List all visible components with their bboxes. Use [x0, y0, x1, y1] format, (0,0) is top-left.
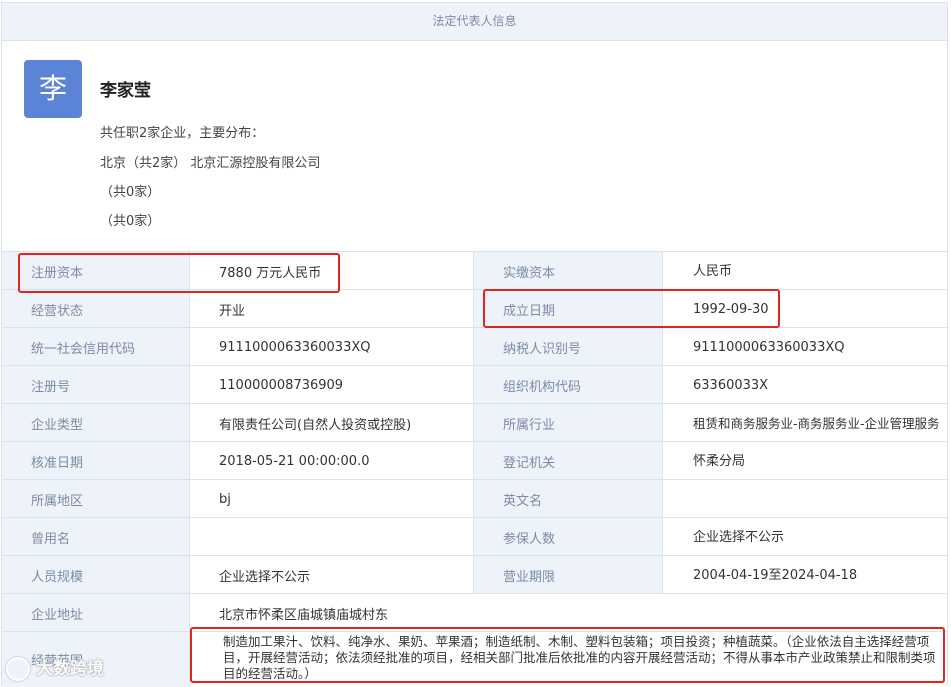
label-approval-date: 核准日期 [2, 442, 190, 480]
label-paid-capital: 实缴资本 [474, 252, 663, 290]
table-row: 经营范围 制造加工果汁、饮料、纯净水、果奶、苹果酒；制造纸制、木制、塑料包装箱；… [2, 631, 947, 687]
value-former-name [190, 518, 474, 556]
label-business-term: 营业期限 [474, 556, 663, 594]
table-row: 经营状态 开业 成立日期 1992-09-30 [2, 289, 947, 328]
label-industry: 所属行业 [474, 404, 663, 442]
label-credit-code: 统一社会信用代码 [2, 328, 190, 366]
person-summary: 共任职2家企业，主要分布： [100, 126, 265, 141]
value-company-type: 有限责任公司(自然人投资或控股) [190, 404, 474, 442]
table-row: 注册资本 7880 万元人民币 实缴资本 人民币 [2, 251, 947, 290]
watermark: 大数跨境 [6, 654, 104, 681]
value-registered-capital: 7880 万元人民币 [190, 252, 474, 290]
company-distribution-line: （共0家） [100, 185, 161, 200]
section-header: 法定代表人信息 [2, 3, 947, 41]
table-row: 所属地区 bj 英文名 [2, 479, 947, 518]
label-org-code: 组织机构代码 [474, 366, 663, 404]
table-row: 人员规模 企业选择不公示 营业期限 2004-04-19至2024-04-18 [2, 555, 947, 594]
value-business-term: 2004-04-19至2024-04-18 [693, 567, 858, 583]
value-credit-code: 9111000063360033XQ [190, 328, 474, 366]
table-row: 企业地址 北京市怀柔区庙城镇庙城村东 [2, 593, 947, 632]
value-org-code: 63360033X [693, 377, 769, 393]
label-insured-count: 参保人数 [474, 518, 663, 556]
value-staff-size: 企业选择不公示 [190, 556, 474, 594]
company-distribution-line: （共0家） [100, 214, 161, 229]
value-taxpayer-id: 9111000063360033XQ [693, 339, 845, 355]
label-staff-size: 人员规模 [2, 556, 190, 594]
table-row: 曾用名 参保人数 企业选择不公示 [2, 517, 947, 556]
label-former-name: 曾用名 [2, 518, 190, 556]
value-industry: 租赁和商务服务业-商务服务业-企业管理服务 [693, 415, 940, 431]
value-insured-count: 企业选择不公示 [693, 529, 785, 545]
label-company-type: 企业类型 [2, 404, 190, 442]
watermark-logo-icon [6, 657, 30, 681]
person-name[interactable]: 李家莹 [100, 76, 151, 101]
label-english-name: 英文名 [474, 480, 663, 518]
value-region: bj [190, 480, 474, 518]
value-business-status: 开业 [190, 290, 474, 328]
value-founded-date: 1992-09-30 [693, 301, 769, 317]
value-business-scope: 制造加工果汁、饮料、纯净水、果奶、苹果酒；制造纸制、木制、塑料包装箱；项目投资；… [223, 634, 936, 681]
label-taxpayer-id: 纳税人识别号 [474, 328, 663, 366]
label-business-status: 经营状态 [2, 290, 190, 328]
label-registered-capital: 注册资本 [2, 252, 190, 290]
table-row: 统一社会信用代码 9111000063360033XQ 纳税人识别号 91110… [2, 327, 947, 366]
label-founded-date: 成立日期 [474, 290, 663, 328]
value-paid-capital: 人民币 [693, 263, 733, 279]
table-row: 企业类型 有限责任公司(自然人投资或控股) 所属行业 租赁和商务服务业-商务服务… [2, 403, 947, 442]
label-registration-authority: 登记机关 [474, 442, 663, 480]
label-region: 所属地区 [2, 480, 190, 518]
value-english-name [663, 480, 947, 518]
table-row: 注册号 110000008736909 组织机构代码 63360033X [2, 365, 947, 404]
table-row: 核准日期 2018-05-21 00:00:00.0 登记机关 怀柔分局 [2, 441, 947, 480]
label-registration-number: 注册号 [2, 366, 190, 404]
company-distribution-beijing[interactable]: 北京（共2家） 北京汇源控股有限公司 [100, 152, 320, 171]
value-approval-date: 2018-05-21 00:00:00.0 [190, 442, 474, 480]
label-address: 企业地址 [2, 594, 190, 632]
value-address: 北京市怀柔区庙城镇庙城村东 [219, 607, 389, 623]
value-registration-authority: 怀柔分局 [693, 453, 746, 469]
value-registration-number: 110000008736909 [190, 366, 474, 404]
avatar: 李 [24, 60, 82, 118]
